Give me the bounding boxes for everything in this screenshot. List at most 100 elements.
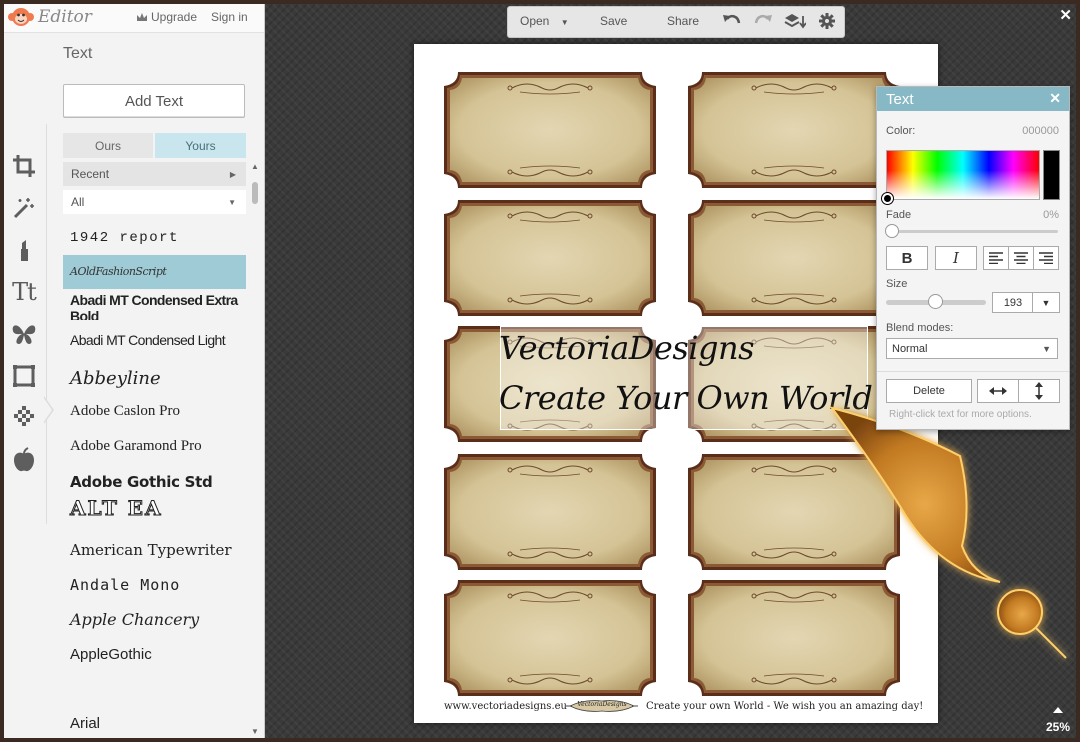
tab-yours[interactable]: Yours <box>155 133 246 158</box>
zoom-level[interactable]: 25% <box>1046 706 1070 734</box>
frame-icon[interactable] <box>10 362 38 390</box>
upgrade-link[interactable]: Upgrade <box>136 10 197 24</box>
font-item-adobe-garamond-pro[interactable]: Adobe Garamond Pro <box>63 434 246 458</box>
sidebar: Editor Upgrade Sign in Tt Text Add Text … <box>4 4 265 738</box>
undo-icon[interactable] <box>722 13 742 32</box>
main-toolbar: Open ▼ Save Share <box>507 6 845 38</box>
color-hex-value[interactable]: 000000 <box>1022 125 1059 137</box>
tab-ours[interactable]: Ours <box>63 133 153 158</box>
divider <box>877 371 1069 372</box>
redo-icon[interactable] <box>753 13 773 32</box>
layers-icon[interactable] <box>784 13 807 32</box>
signin-link[interactable]: Sign in <box>211 10 248 24</box>
font-item-abadi-condensed-extra-bold[interactable]: Abadi MT Condensed Extra Bold <box>63 292 246 320</box>
panel-header[interactable]: Text ✕ <box>877 87 1069 111</box>
label-card <box>686 198 902 318</box>
font-item-adobe-gothic-std[interactable]: Adobe Gothic Std <box>63 470 246 494</box>
italic-button[interactable]: I <box>935 246 977 270</box>
text-icon[interactable]: Tt <box>10 278 38 306</box>
selected-text-box[interactable]: VectoriaDesigns Create Your Own World <box>499 326 873 430</box>
crop-icon[interactable] <box>10 152 38 180</box>
logo-text: Editor <box>38 7 92 27</box>
font-item-andale-mono[interactable]: Andale Mono <box>63 573 246 597</box>
label-card <box>686 70 902 190</box>
zoom-value: 25% <box>1045 720 1070 734</box>
open-label: Open <box>520 14 550 28</box>
recent-label: Recent <box>71 167 110 181</box>
hint-text: Right-click text for more options. <box>889 409 1032 420</box>
close-icon[interactable]: ✕ <box>1059 6 1072 24</box>
page-footer: www.vectoriadesigns.eu VectoriaDesigns C… <box>414 694 938 718</box>
fade-value: 0% <box>1043 209 1059 221</box>
fade-label: Fade <box>886 209 912 221</box>
scroll-down-icon[interactable]: ▼ <box>251 727 259 736</box>
footer-logo: VectoriaDesigns <box>566 698 638 714</box>
font-item-aoldfashionscript[interactable]: AOldFashionScript <box>63 255 246 289</box>
font-item-abadi-condensed-light[interactable]: Abadi MT Condensed Light <box>63 328 246 352</box>
scroll-thumb[interactable] <box>252 182 258 204</box>
font-item-abbeyline[interactable]: Abbeyline <box>63 365 246 393</box>
open-button[interactable]: Open ▼ <box>520 14 569 28</box>
gear-icon[interactable] <box>819 13 835 32</box>
blend-mode-value: Normal <box>892 342 928 355</box>
label-card <box>442 198 658 318</box>
save-button[interactable]: Save <box>600 14 627 28</box>
magic-wand-icon[interactable] <box>10 194 38 222</box>
logo[interactable]: Editor <box>8 6 92 28</box>
color-label: Color: <box>886 125 916 137</box>
fade-slider-handle[interactable] <box>885 224 899 238</box>
texture-icon[interactable] <box>10 404 38 432</box>
upgrade-label: Upgrade <box>151 10 198 24</box>
editor-window: Editor Upgrade Sign in Tt Text Add Text … <box>4 4 1076 738</box>
resize-icon <box>1052 707 1063 713</box>
recent-fonts-dropdown[interactable]: Recent ▶ <box>63 162 246 186</box>
font-item-american-typewriter[interactable]: American Typewriter <box>63 538 246 562</box>
font-item-alt-ea[interactable]: ALT EA <box>63 494 246 522</box>
align-center-icon[interactable] <box>1008 246 1034 270</box>
text-line-1: VectoriaDesigns <box>499 329 755 367</box>
apple-icon[interactable] <box>10 446 38 474</box>
share-button[interactable]: Share <box>667 14 699 28</box>
flip-horizontal-icon[interactable] <box>977 379 1019 403</box>
bold-button[interactable]: B <box>886 246 928 270</box>
butterfly-icon[interactable] <box>10 320 38 348</box>
align-right-icon[interactable] <box>1033 246 1059 270</box>
panel-title: Text <box>886 91 914 108</box>
font-item-1942-report[interactable]: 1942 report <box>63 226 246 250</box>
flip-vertical-icon[interactable] <box>1018 379 1060 403</box>
size-slider-handle[interactable] <box>928 294 943 309</box>
scroll-up-icon[interactable]: ▲ <box>251 162 259 171</box>
chevron-down-icon: ▼ <box>1042 344 1051 354</box>
font-list: 1942 report AOldFashionScript Abadi MT C… <box>63 222 246 738</box>
size-label: Size <box>886 278 908 290</box>
chevron-down-icon[interactable]: ▼ <box>1032 292 1060 313</box>
touch-up-icon[interactable] <box>10 236 38 264</box>
add-text-button[interactable]: Add Text <box>63 84 245 118</box>
font-item-apple-chancery[interactable]: Apple Chancery <box>63 608 246 632</box>
blend-label: Blend modes: <box>886 322 954 334</box>
color-spectrum[interactable] <box>886 150 1040 200</box>
close-icon[interactable]: ✕ <box>1049 90 1061 107</box>
font-item-adobe-caslon-pro[interactable]: Adobe Caslon Pro <box>63 399 246 423</box>
crown-icon <box>137 13 147 21</box>
font-item-arial[interactable]: Arial <box>63 712 246 736</box>
label-card <box>442 452 658 572</box>
size-input[interactable]: 193 <box>992 292 1034 313</box>
category-select[interactable]: All ▼ <box>63 190 246 214</box>
tool-rail: Tt <box>4 124 54 524</box>
active-tool-pointer <box>43 396 54 424</box>
blend-mode-select[interactable]: Normal ▼ <box>886 338 1058 359</box>
label-card <box>442 578 658 698</box>
color-swatch[interactable] <box>1043 150 1060 200</box>
fade-slider[interactable] <box>890 230 1058 233</box>
color-picker-handle[interactable] <box>882 193 893 204</box>
label-card <box>442 70 658 190</box>
chevron-right-icon: ▶ <box>229 170 236 179</box>
font-list-scrollbar[interactable]: ▲ ▼ <box>251 162 259 738</box>
chevron-down-icon: ▼ <box>228 198 236 207</box>
text-tool-glyph: Tt <box>12 278 37 306</box>
font-item-applegothic[interactable]: AppleGothic <box>63 643 246 667</box>
align-left-icon[interactable] <box>983 246 1009 270</box>
delete-button[interactable]: Delete <box>886 379 972 403</box>
monkey-logo-icon <box>8 8 34 26</box>
